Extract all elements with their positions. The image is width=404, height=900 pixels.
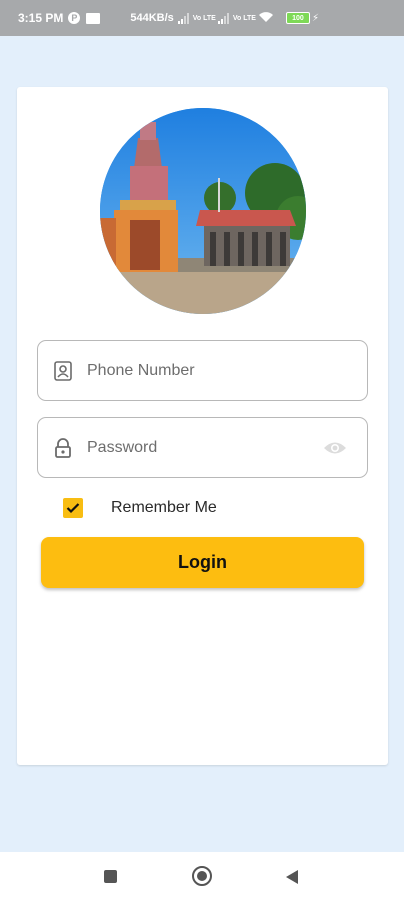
remember-me-label: Remember Me xyxy=(111,499,217,516)
wifi-icon xyxy=(258,11,274,26)
lock-icon xyxy=(53,437,73,459)
navigation-bar xyxy=(0,852,404,900)
recent-apps-icon[interactable] xyxy=(104,870,117,883)
signal-icon xyxy=(177,12,189,24)
status-time: 3:15 PM xyxy=(18,11,64,25)
volte-label-1: Vo LTE xyxy=(192,14,216,22)
temple-photo xyxy=(100,108,306,314)
charging-icon: ⚡ xyxy=(311,12,319,24)
sim-card-icon xyxy=(86,12,101,24)
password-input[interactable] xyxy=(87,418,317,477)
signal-icon-2 xyxy=(217,12,229,24)
remember-me-row[interactable]: Remember Me xyxy=(63,496,217,520)
network-speed: 544KB/s xyxy=(130,12,174,24)
volte-label-2: Vo LTE xyxy=(232,14,256,22)
phone-number-field[interactable] xyxy=(37,340,368,401)
contact-card-icon xyxy=(53,360,73,382)
back-icon[interactable] xyxy=(286,870,298,884)
phone-number-input[interactable] xyxy=(87,341,317,400)
login-card: Remember Me Login xyxy=(17,87,388,765)
notification-icon: P xyxy=(68,12,81,24)
status-bar: 3:15 PM P 544KB/s Vo LTE Vo LTE 100 ⚡ xyxy=(0,0,404,36)
login-button[interactable]: Login xyxy=(41,537,364,588)
home-icon[interactable] xyxy=(192,866,212,886)
battery-icon: 100 xyxy=(285,12,310,24)
check-icon xyxy=(66,503,80,514)
remember-me-checkbox[interactable] xyxy=(63,498,83,518)
password-field[interactable] xyxy=(37,417,368,478)
eye-icon[interactable] xyxy=(323,438,347,458)
